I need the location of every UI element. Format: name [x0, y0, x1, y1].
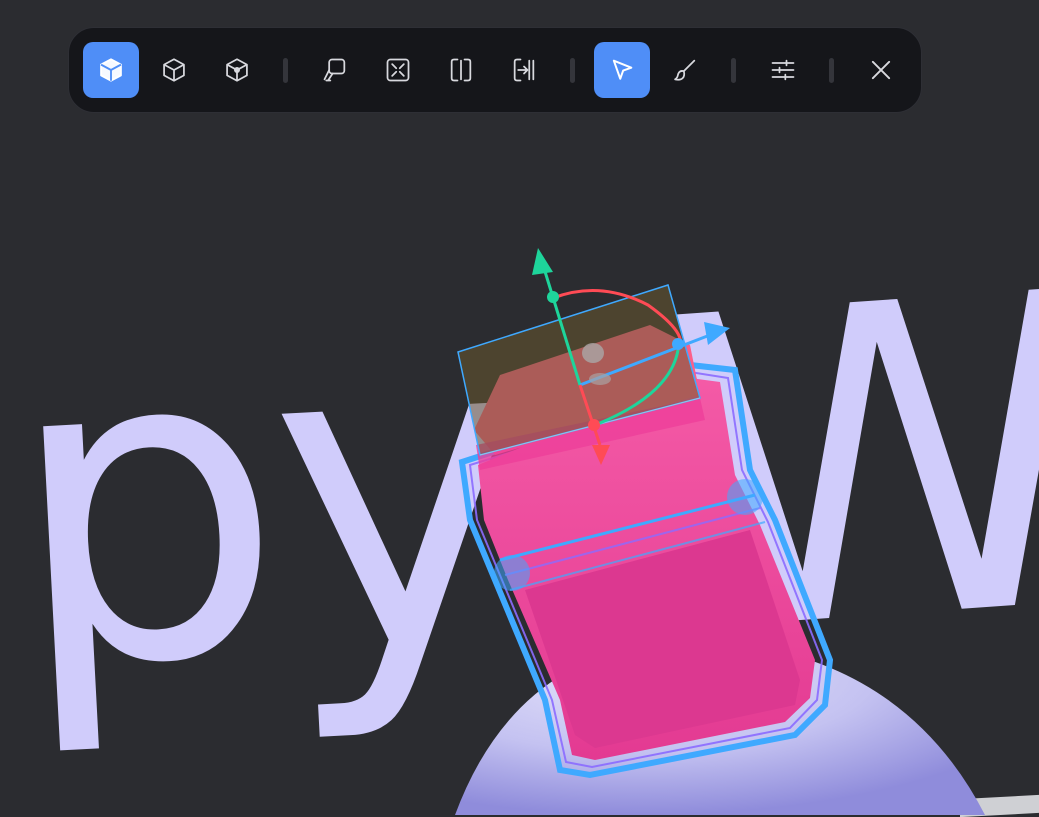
vertex-mode-button[interactable]: [209, 42, 265, 98]
gizmo-z-handle[interactable]: [588, 419, 600, 431]
lasso-select-button[interactable]: [307, 42, 363, 98]
gizmo-y-handle[interactable]: [547, 291, 559, 303]
select-tool-button[interactable]: [594, 42, 650, 98]
split-view-button[interactable]: [433, 42, 489, 98]
cube-vertex-icon: [226, 58, 248, 82]
object-mode-button[interactable]: [83, 42, 139, 98]
gizmo-x-handle[interactable]: [672, 338, 684, 350]
cube-solid-icon: [100, 58, 122, 82]
lasso-icon: [323, 58, 346, 82]
cube-wireframe-icon: [163, 58, 185, 82]
toolbar-separator: [829, 58, 834, 83]
close-button[interactable]: [853, 42, 909, 98]
arrow-to-bar-icon: [513, 58, 535, 82]
sliders-icon: [771, 59, 795, 81]
gizmo-x-arrow[interactable]: [704, 322, 730, 345]
close-icon: [871, 60, 891, 80]
brush-icon: [674, 59, 696, 81]
frame-collapse-icon: [386, 58, 410, 82]
gizmo-y-arrow[interactable]: [532, 248, 553, 275]
settings-button[interactable]: [755, 42, 811, 98]
split-vertical-icon: [450, 58, 472, 82]
paint-tool-button[interactable]: [657, 42, 713, 98]
toolbar-separator: [570, 58, 575, 83]
3d-viewport[interactable]: py W: [0, 0, 1039, 817]
align-to-edge-button[interactable]: [496, 42, 552, 98]
fit-view-button[interactable]: [370, 42, 426, 98]
toolbar-separator: [731, 58, 736, 83]
edge-mode-button[interactable]: [146, 42, 202, 98]
toolbar-separator: [283, 58, 288, 83]
pointer-arrow-icon: [612, 59, 633, 80]
editor-toolbar: [68, 27, 922, 113]
